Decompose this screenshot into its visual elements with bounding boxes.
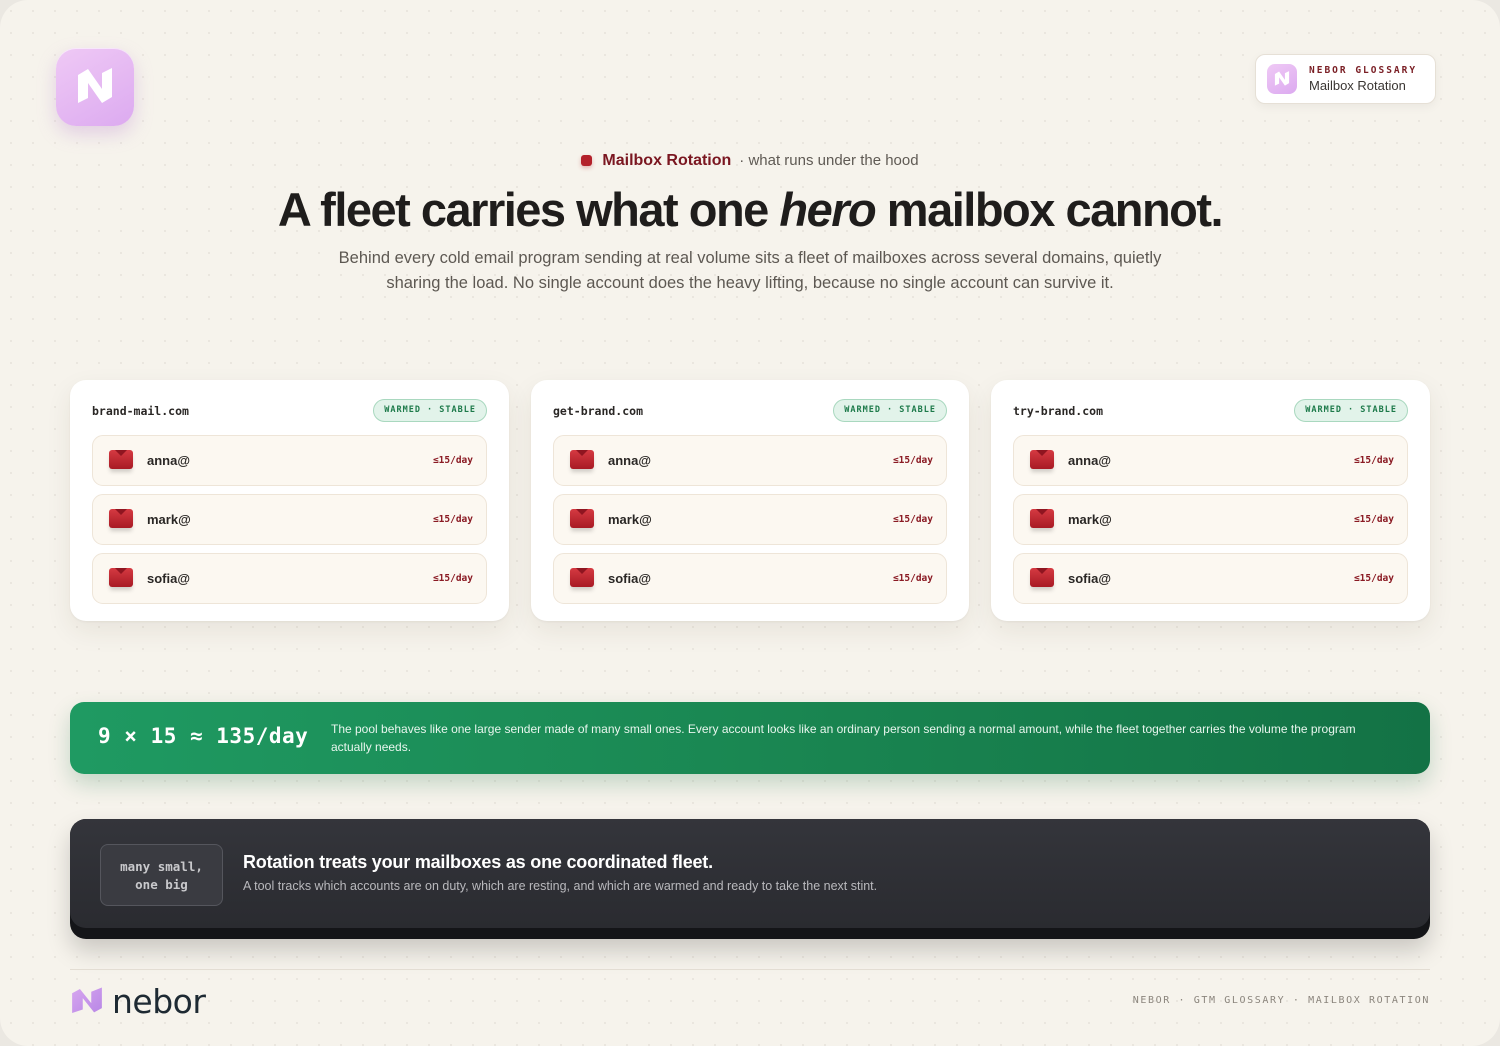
status-badge: WARMED · STABLE: [1294, 399, 1408, 422]
formula-equation: 9 × 15 ≈ 135/day: [98, 724, 309, 748]
headline-after: mailbox cannot.: [875, 183, 1224, 236]
daily-cap: ≤15/day: [892, 514, 933, 525]
callout-title: Rotation treats your mailboxes as one co…: [243, 852, 713, 872]
mailbox-user: sofia@: [608, 571, 652, 586]
mailbox-row: sofia@ ≤15/day: [92, 553, 487, 604]
daily-cap: ≤15/day: [1353, 455, 1394, 466]
mailbox-row: sofia@ ≤15/day: [553, 553, 947, 604]
domain-card: brand-mail.com WARMED · STABLE anna@ ≤15…: [70, 380, 509, 621]
mailbox-row: mark@ ≤15/day: [553, 494, 947, 545]
daily-cap: ≤15/day: [432, 455, 473, 466]
footer-divider: [70, 969, 1430, 970]
envelope-icon: [570, 568, 594, 587]
lede-paragraph: Behind every cold email program sending …: [338, 249, 1162, 292]
formula-banner: 9 × 15 ≈ 135/day The pool behaves like o…: [70, 702, 1430, 774]
mailbox-user: anna@: [608, 453, 652, 468]
envelope-icon: [570, 450, 594, 469]
headline-emphasis: hero: [779, 183, 876, 236]
nebor-wordmark-logo-icon: [72, 987, 102, 1014]
callout-chip: many small, one big: [100, 844, 223, 906]
mailbox-row: sofia@ ≤15/day: [1013, 553, 1408, 604]
status-badge: WARMED · STABLE: [833, 399, 947, 422]
envelope-icon: [1030, 450, 1054, 469]
mailbox-user: mark@: [608, 512, 652, 527]
status-badge: WARMED · STABLE: [373, 399, 487, 422]
domain-name: brand-mail.com: [92, 404, 189, 418]
mailbox-row: anna@ ≤15/day: [553, 435, 947, 486]
domain-card: try-brand.com WARMED · STABLE anna@ ≤15/…: [991, 380, 1430, 621]
envelope-icon: [109, 450, 133, 469]
mailbox-user: mark@: [147, 512, 191, 527]
envelope-icon: [109, 568, 133, 587]
footer-brand: nebor: [70, 981, 206, 1021]
mailbox-row: anna@ ≤15/day: [92, 435, 487, 486]
eyebrow-topic: Mailbox Rotation: [602, 152, 732, 169]
envelope-icon: [109, 509, 133, 528]
daily-cap: ≤15/day: [892, 573, 933, 584]
envelope-icon: [1030, 568, 1054, 587]
rotation-callout: many small, one big Rotation treats your…: [70, 819, 1430, 939]
daily-cap: ≤15/day: [432, 514, 473, 525]
callout-surface: many small, one big Rotation treats your…: [70, 819, 1430, 928]
brand-wordmark: nebor: [112, 981, 206, 1021]
envelope-icon: [1030, 509, 1054, 528]
domain-card: get-brand.com WARMED · STABLE anna@ ≤15/…: [531, 380, 969, 621]
glossary-kicker: NEBOR GLOSSARY: [1309, 65, 1418, 76]
mailbox-row: mark@ ≤15/day: [92, 494, 487, 545]
eyebrow: Mailbox Rotation · what runs under the ho…: [0, 151, 1500, 171]
daily-cap: ≤15/day: [1353, 514, 1394, 525]
eyebrow-suffix: · what runs under the hood: [739, 152, 919, 169]
glossary-term-name: Mailbox Rotation: [1309, 78, 1406, 93]
nebor-app-logo-icon: [56, 48, 134, 126]
formula-text: The pool behaves like one large sender m…: [331, 722, 1356, 754]
page-title: A fleet carries what one hero mailbox ca…: [0, 182, 1500, 238]
glossary-badge: NEBOR GLOSSARY Mailbox Rotation: [1255, 54, 1436, 104]
mailbox-user: mark@: [1068, 512, 1112, 527]
mailbox-row: mark@ ≤15/day: [1013, 494, 1408, 545]
daily-cap: ≤15/day: [432, 573, 473, 584]
envelope-icon: [570, 509, 594, 528]
domain-name: try-brand.com: [1013, 404, 1104, 418]
glossary-page: NEBOR GLOSSARY Mailbox Rotation Mailbox …: [0, 0, 1500, 1046]
headline-before: A fleet carries what one: [277, 183, 780, 236]
domain-name: get-brand.com: [553, 404, 644, 418]
daily-cap: ≤15/day: [1353, 573, 1394, 584]
chip-line-1: many small,: [120, 859, 203, 874]
mailbox-user: anna@: [1068, 453, 1112, 468]
mailbox-user: sofia@: [147, 571, 191, 586]
footer-meta: NEBOR · GTM GLOSSARY · MAILBOX ROTATION: [1132, 995, 1430, 1006]
daily-cap: ≤15/day: [892, 455, 933, 466]
mailbox-user: sofia@: [1068, 571, 1112, 586]
chip-line-2: one big: [135, 877, 188, 892]
mailbox-row: anna@ ≤15/day: [1013, 435, 1408, 486]
mailbox-user: anna@: [147, 453, 191, 468]
nebor-mini-logo-icon: [1267, 64, 1297, 94]
callout-description: A tool tracks which accounts are on duty…: [243, 879, 878, 893]
topic-dot-icon: [581, 155, 593, 166]
